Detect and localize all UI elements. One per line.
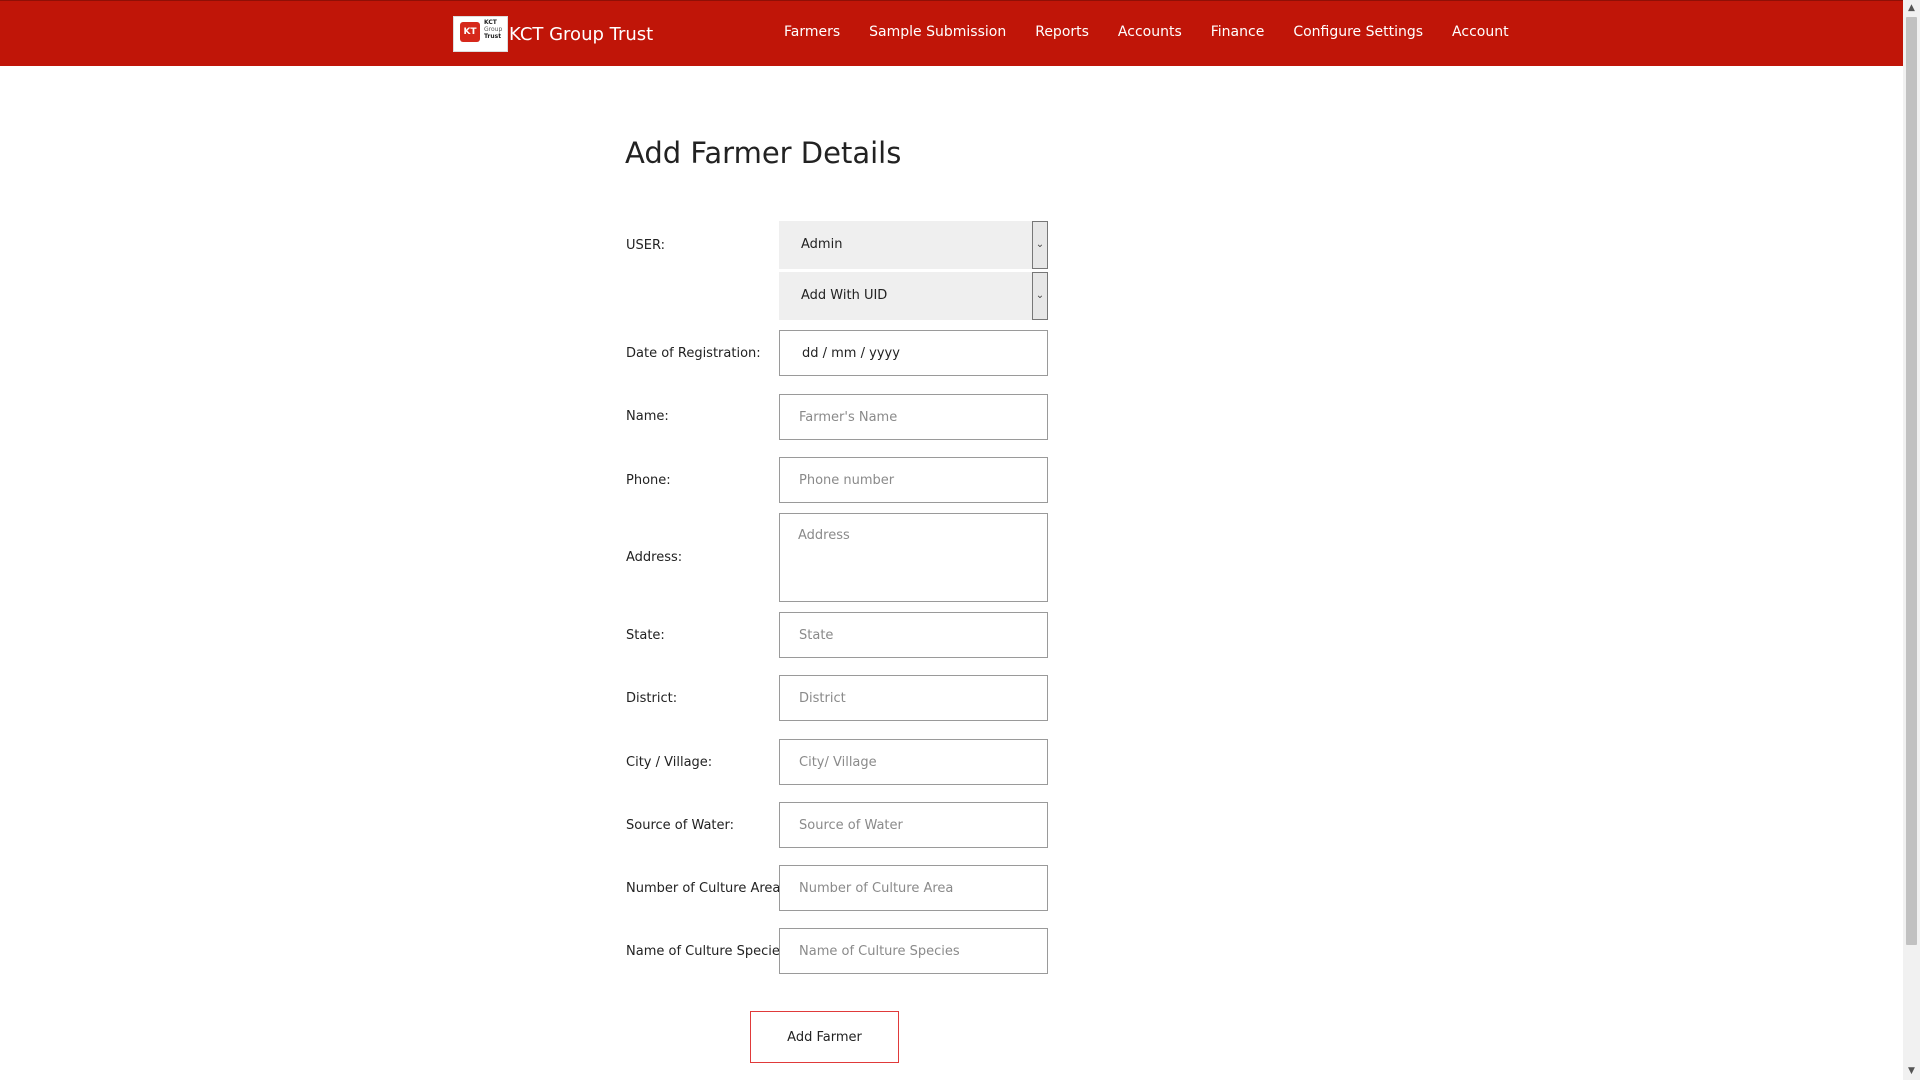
brand[interactable]: KT KCT Group Trust KCT Group Trust [453, 16, 653, 52]
culture-area-input[interactable] [779, 865, 1048, 911]
chevron-down-icon[interactable]: ⌄ [1032, 272, 1048, 320]
top-navbar: KT KCT Group Trust KCT Group Trust Farme… [0, 0, 1903, 66]
state-input[interactable] [779, 612, 1048, 658]
nav-account[interactable]: Account [1452, 24, 1509, 40]
scroll-up-icon[interactable]: ▲ [1903, 0, 1920, 17]
phone-label: Phone: [626, 473, 671, 488]
nav-configure-settings[interactable]: Configure Settings [1293, 24, 1423, 40]
water-source-input[interactable] [779, 802, 1048, 848]
date-value: dd / mm / yyyy [802, 346, 900, 361]
nav-accounts[interactable]: Accounts [1118, 24, 1182, 40]
user-label: USER: [626, 238, 665, 253]
nav-reports[interactable]: Reports [1035, 24, 1089, 40]
name-label: Name: [626, 409, 669, 424]
culture-species-input[interactable] [779, 928, 1048, 974]
water-source-label: Source of Water: [626, 818, 735, 833]
address-input[interactable] [779, 513, 1048, 602]
registration-date-input[interactable]: dd / mm / yyyy [779, 330, 1048, 376]
logo[interactable]: KT KCT Group Trust [453, 16, 508, 52]
state-label: State: [626, 628, 665, 643]
page-title: Add Farmer Details [625, 136, 902, 170]
culture-species-label: Name of Culture Species: [626, 944, 792, 959]
uid-mode-value: Add With UID [801, 288, 888, 303]
city-input[interactable] [779, 739, 1048, 785]
logo-text-2: Group [484, 26, 503, 33]
user-select[interactable]: Admin ⌄ [779, 221, 1048, 269]
name-input[interactable] [779, 394, 1048, 440]
uid-mode-select[interactable]: Add With UID ⌄ [779, 272, 1048, 320]
logo-text-1: KCT [484, 19, 497, 26]
district-label: District: [626, 691, 678, 706]
chevron-down-icon[interactable]: ⌄ [1032, 221, 1048, 269]
culture-area-label: Number of Culture Area: [626, 881, 785, 896]
phone-input[interactable] [779, 457, 1048, 503]
nav-sample-submission[interactable]: Sample Submission [869, 24, 1006, 40]
nav-farmers[interactable]: Farmers [784, 24, 840, 40]
user-select-value: Admin [801, 237, 843, 252]
logo-text-3: Trust [484, 33, 502, 40]
address-label: Address: [626, 550, 683, 565]
district-input[interactable] [779, 675, 1048, 721]
scroll-down-icon[interactable]: ▼ [1903, 1063, 1920, 1080]
nav-finance[interactable]: Finance [1211, 24, 1265, 40]
vertical-scrollbar[interactable]: ▲ ▼ [1903, 0, 1920, 1080]
main-nav: Farmers Sample Submission Reports Accoun… [784, 24, 1538, 40]
city-label: City / Village: [626, 755, 713, 770]
add-farmer-button[interactable]: Add Farmer [750, 1011, 899, 1063]
scroll-thumb[interactable] [1906, 17, 1917, 945]
date-label: Date of Registration: [626, 346, 761, 361]
logo-mark-icon: KT [460, 22, 480, 42]
brand-name[interactable]: KCT Group Trust [509, 24, 653, 45]
